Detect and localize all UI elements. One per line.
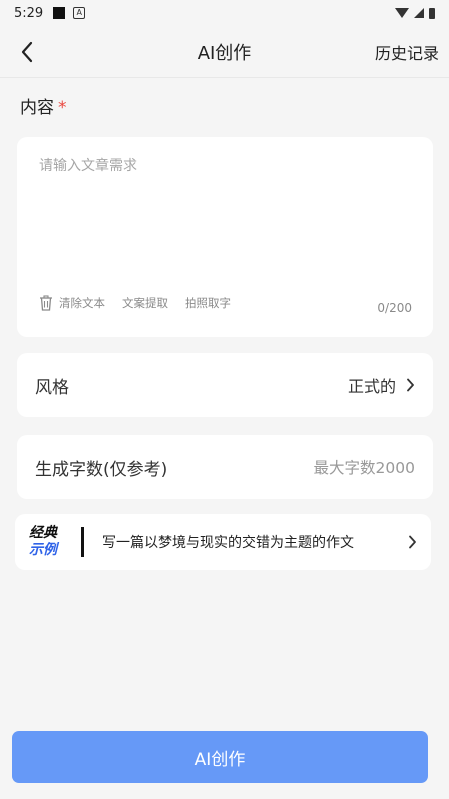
trash-icon bbox=[39, 295, 53, 311]
extract-copy-label: 文案提取 bbox=[122, 296, 168, 310]
example-divider bbox=[81, 527, 84, 557]
signal-icon bbox=[414, 8, 424, 18]
char-counter: 0/200 bbox=[377, 301, 412, 315]
example-badge-line1: 经典 bbox=[29, 525, 57, 541]
chevron-right-icon bbox=[406, 378, 415, 392]
history-link[interactable]: 历史记录 bbox=[375, 40, 439, 64]
style-value-wrap: 正式的 bbox=[348, 373, 415, 397]
photo-ocr-label: 拍照取字 bbox=[185, 296, 231, 310]
style-value: 正式的 bbox=[347, 377, 396, 396]
ai-create-button[interactable]: AI创作 bbox=[12, 731, 428, 783]
word-count-placeholder: 最大字数2000 bbox=[313, 459, 415, 477]
photo-ocr-button[interactable]: 拍照取字 bbox=[185, 295, 231, 311]
content-label-text: 内容 bbox=[20, 98, 54, 118]
status-indicators bbox=[395, 7, 435, 19]
battery-icon bbox=[429, 7, 435, 19]
example-text: 写一篇以梦境与现实的交错为主题的作文 bbox=[102, 535, 354, 551]
word-count-field[interactable]: 生成字数(仅参考) 最大字数2000 bbox=[17, 435, 433, 499]
back-button[interactable] bbox=[14, 38, 40, 66]
status-time: 5:29 bbox=[14, 5, 44, 21]
wifi-icon bbox=[395, 8, 409, 18]
example-badge: 经典 示例 bbox=[29, 525, 73, 559]
clear-text-label: 清除文本 bbox=[59, 296, 105, 310]
chevron-right-icon bbox=[408, 535, 417, 549]
content-input[interactable] bbox=[39, 155, 409, 275]
example-badge-line2: 示例 bbox=[29, 542, 57, 558]
notification-a-icon: A bbox=[73, 7, 86, 19]
extract-copy-button[interactable]: 文案提取 bbox=[122, 295, 168, 311]
style-label: 风格 bbox=[35, 377, 69, 398]
style-selector[interactable]: 风格 正式的 bbox=[17, 353, 433, 417]
content-tools: 清除文本 文案提取 拍照取字 bbox=[39, 295, 248, 311]
required-mark: * bbox=[58, 98, 67, 118]
example-card[interactable]: 经典 示例 写一篇以梦境与现实的交错为主题的作文 bbox=[15, 514, 431, 570]
notification-square-icon bbox=[53, 7, 66, 19]
chevron-left-icon bbox=[21, 41, 33, 63]
nav-bar: AI创作 历史记录 bbox=[0, 26, 449, 78]
status-bar: 5:29 A bbox=[0, 0, 449, 26]
page-title: AI创作 bbox=[197, 42, 252, 64]
word-count-label: 生成字数(仅参考) bbox=[35, 459, 168, 480]
content-label: 内容 * bbox=[20, 93, 67, 118]
clear-text-button[interactable]: 清除文本 bbox=[39, 295, 105, 311]
content-card: 清除文本 文案提取 拍照取字 0/200 bbox=[17, 137, 433, 337]
